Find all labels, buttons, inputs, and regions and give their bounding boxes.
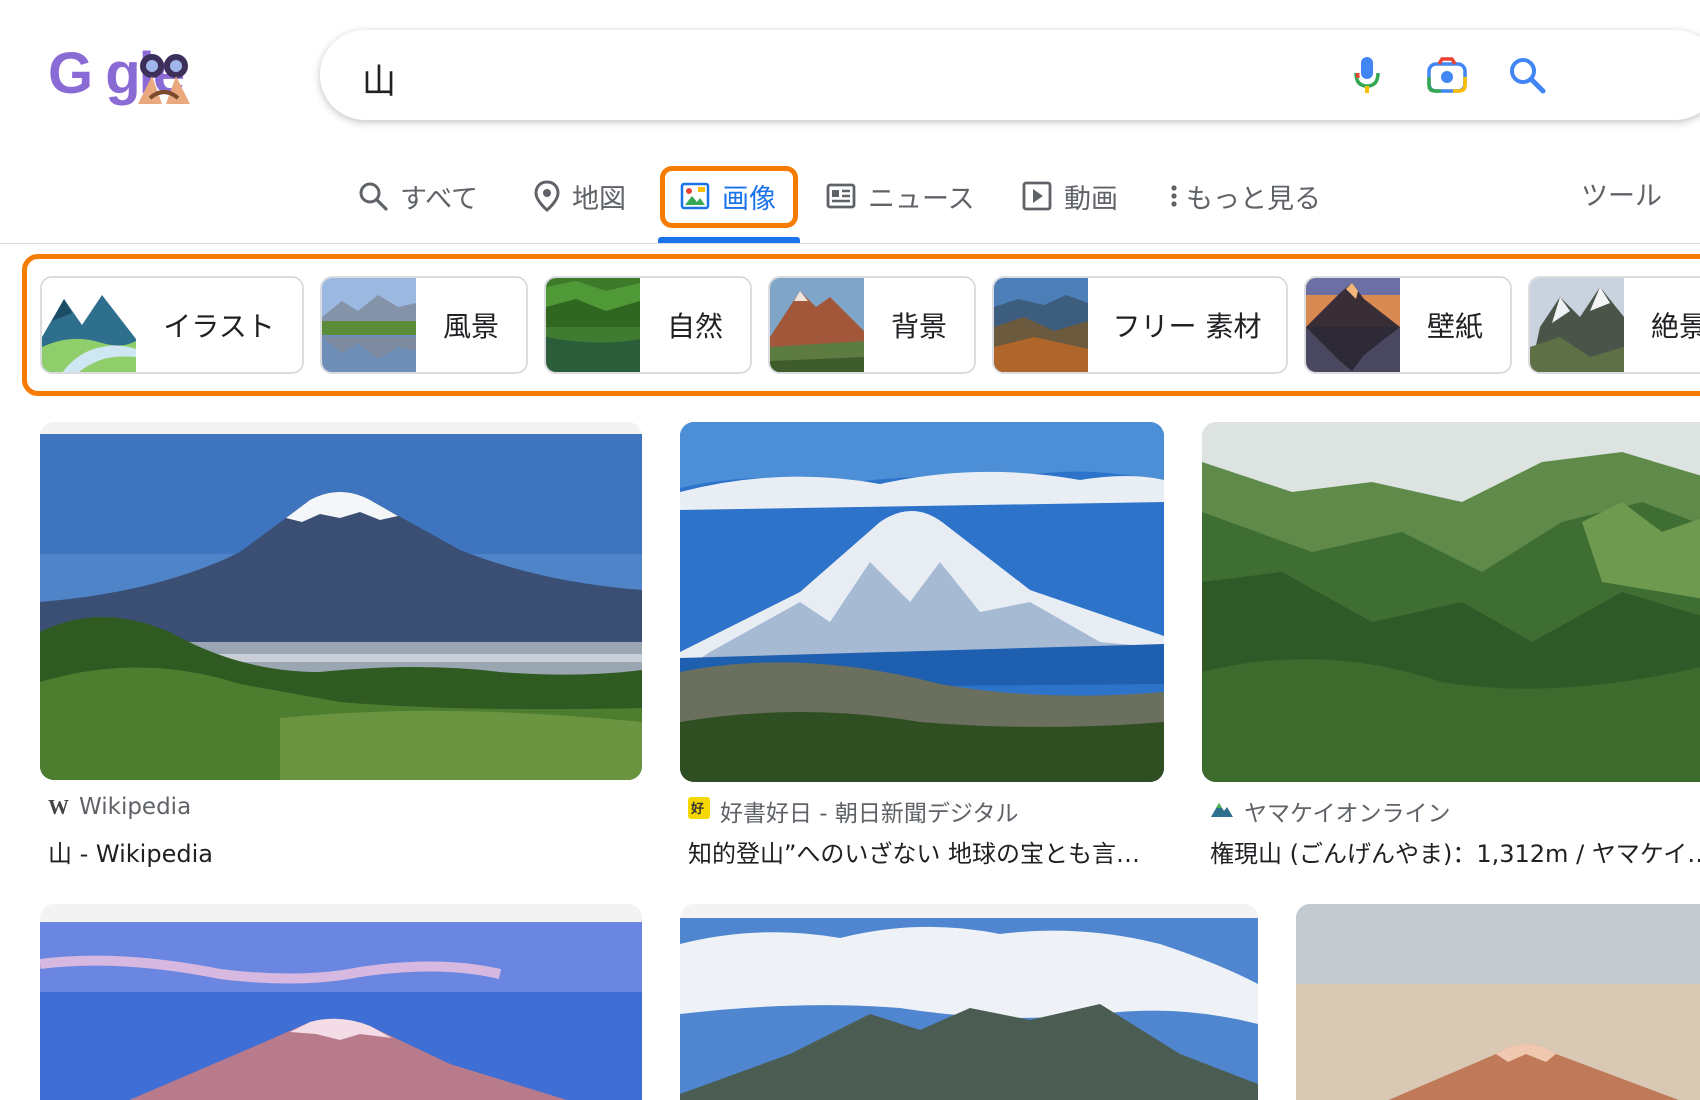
result-thumbnail[interactable] [40, 904, 642, 1100]
tab-all[interactable]: すべて [358, 174, 478, 218]
active-tab-highlight [660, 166, 798, 228]
search-box[interactable]: 山 [320, 30, 1700, 120]
chips-highlight-box [22, 254, 1700, 396]
wikipedia-icon: W [48, 794, 69, 819]
result-source-name: 好書好日 - 朝日新聞デジタル [720, 801, 1019, 827]
result-source-name: Wikipedia [79, 794, 192, 820]
result-card[interactable] [680, 904, 1258, 1100]
tab-label: すべて [400, 183, 479, 215]
camera-lens-icon[interactable] [1424, 52, 1470, 98]
google-logo[interactable]: G gle [48, 40, 238, 110]
result-card[interactable] [40, 904, 642, 1100]
result-thumbnail[interactable] [40, 422, 642, 780]
result-thumbnail[interactable] [680, 422, 1164, 782]
result-card[interactable] [1296, 904, 1700, 1100]
result-source: 好 好書好日 - 朝日新聞デジタル [688, 794, 1018, 828]
result-thumbnail[interactable] [1296, 904, 1700, 1100]
search-input[interactable]: 山 [362, 54, 396, 103]
play-icon [1022, 181, 1052, 211]
result-source-name: ヤマケイオンライン [1244, 801, 1451, 827]
tab-more[interactable]: もっと見る [1168, 174, 1321, 218]
tab-label: 動画 [1064, 183, 1118, 215]
tab-label: ニュース [868, 183, 975, 215]
result-title[interactable]: 知的登山”へのいざない 地球の宝とも言… [688, 834, 1140, 869]
result-thumbnail[interactable] [680, 904, 1258, 1100]
result-card[interactable]: ヤマケイオンライン 権現山 (ごんげんやま)：1,312m / ヤマケイ… [1202, 422, 1700, 882]
map-pin-icon [534, 180, 560, 212]
result-title[interactable]: 山 - Wikipedia [48, 834, 213, 869]
doodle-binoculars-icon [130, 46, 200, 114]
search-icon[interactable] [1504, 52, 1550, 98]
result-title[interactable]: 権現山 (ごんげんやま)：1,312m / ヤマケイ… [1210, 834, 1700, 869]
tab-maps[interactable]: 地図 [534, 174, 626, 218]
search-icon [359, 182, 388, 211]
microphone-icon[interactable] [1344, 52, 1390, 98]
more-vert-icon [1171, 185, 1177, 207]
tab-label: 地図 [572, 183, 626, 215]
result-thumbnail[interactable] [1202, 422, 1700, 782]
result-source: ヤマケイオンライン [1210, 794, 1451, 828]
active-tab-indicator [658, 237, 800, 243]
result-card[interactable]: 好 好書好日 - 朝日新聞デジタル 知的登山”へのいざない 地球の宝とも言… [680, 422, 1164, 882]
svg-text:好: 好 [690, 801, 704, 816]
yamakei-icon [1210, 798, 1234, 824]
result-source: W Wikipedia [48, 794, 191, 820]
tab-videos[interactable]: 動画 [1022, 174, 1118, 218]
tab-label: もっと見る [1186, 183, 1321, 215]
koshokojitsu-icon: 好 [688, 797, 710, 825]
tools-button[interactable]: ツール [1581, 174, 1662, 213]
result-card[interactable]: W Wikipedia 山 - Wikipedia [40, 422, 642, 882]
newspaper-icon [826, 183, 856, 209]
tab-news[interactable]: ニュース [826, 174, 975, 218]
search-tabs: すべて 地図 画像 ニュース 動画 もっと見る ツール [0, 160, 1700, 244]
